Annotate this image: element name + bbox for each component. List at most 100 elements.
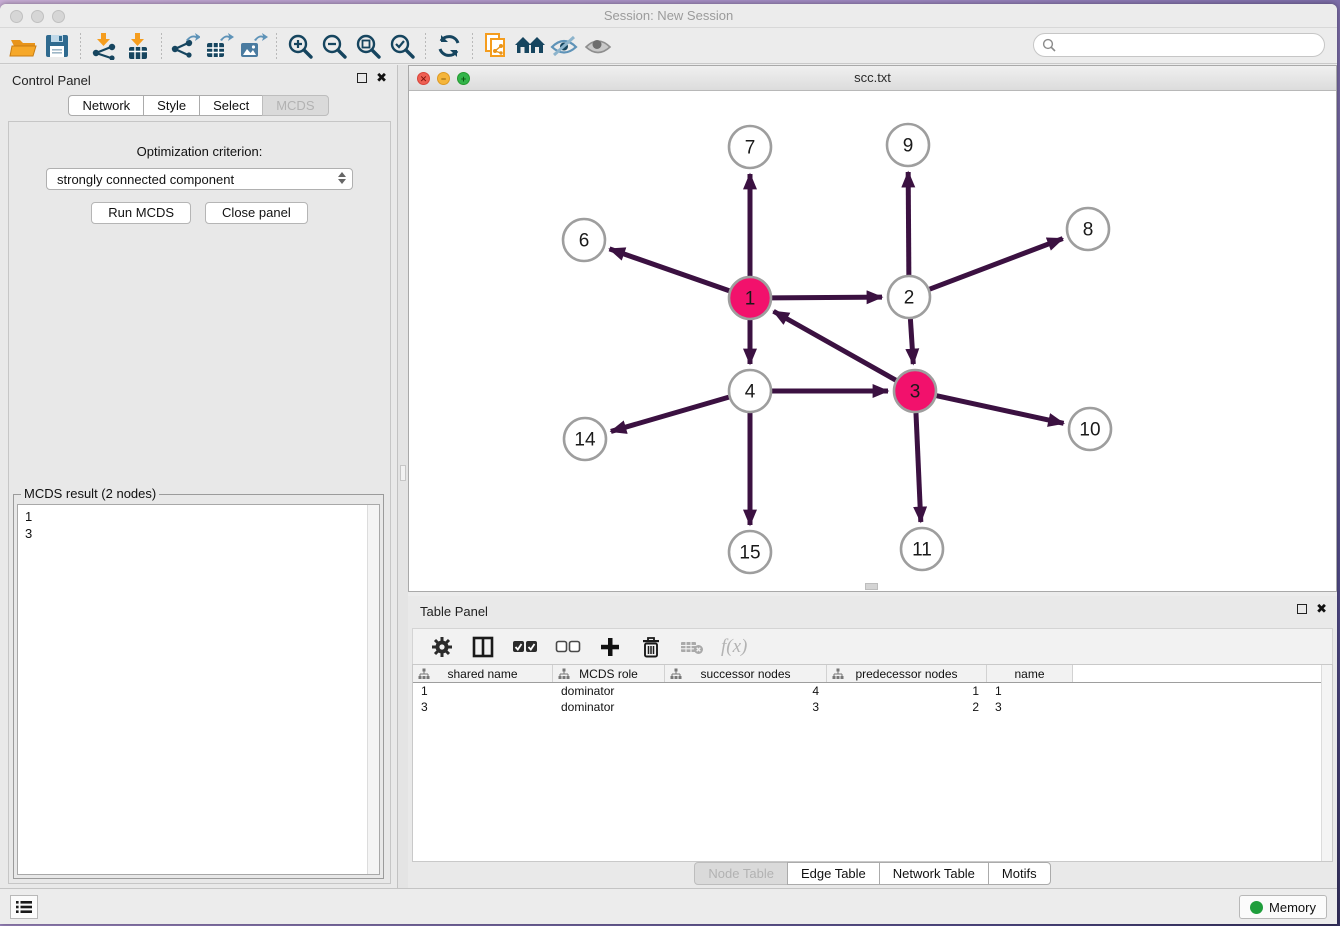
network-from-file-button[interactable]	[479, 30, 513, 62]
zoom-out-button[interactable]	[317, 30, 351, 62]
graph-edge-4-14[interactable]	[611, 397, 729, 431]
table-cell[interactable]: 3	[987, 699, 1073, 715]
column-header-successor-nodes[interactable]: successor nodes	[665, 665, 827, 682]
graph-node-1[interactable]: 1	[729, 277, 771, 319]
delete-columns-button[interactable]	[639, 634, 663, 660]
column-header-name[interactable]: name	[987, 665, 1073, 682]
table-cell[interactable]: dominator	[553, 683, 665, 699]
column-header-predecessor-nodes[interactable]: predecessor nodes	[827, 665, 987, 682]
result-scrollbar[interactable]	[367, 505, 379, 874]
float-panel-icon[interactable]	[357, 73, 367, 83]
run-mcds-button[interactable]: Run MCDS	[91, 202, 191, 224]
search-icon	[1042, 38, 1056, 52]
task-history-button[interactable]	[10, 895, 38, 919]
table-cell[interactable]: 3	[665, 699, 827, 715]
search-input[interactable]	[1033, 33, 1325, 57]
export-network-button[interactable]	[168, 30, 202, 62]
column-header-MCDS-role[interactable]: MCDS role	[553, 665, 665, 682]
import-network-button[interactable]	[87, 30, 121, 62]
mcds-result-item[interactable]: 1	[25, 508, 379, 525]
network-view-window: ✕ − + scc.txt 7 9 6 8 1 2 4 3 14 10 15 11	[408, 65, 1337, 592]
select-all-button[interactable]	[512, 634, 538, 660]
table-cell[interactable]: 1	[827, 683, 987, 699]
graph-node-10[interactable]: 10	[1069, 408, 1111, 450]
network-file-icon	[482, 32, 510, 60]
network-graph[interactable]: 7 9 6 8 1 2 4 3 14 10 15 11	[409, 91, 1336, 592]
graph-node-2[interactable]: 2	[888, 276, 930, 318]
float-table-panel-icon[interactable]	[1297, 604, 1307, 614]
save-session-button[interactable]	[40, 30, 74, 62]
import-table-button[interactable]	[121, 30, 155, 62]
table-cell[interactable]: 2	[827, 699, 987, 715]
graph-node-3[interactable]: 3	[894, 370, 936, 412]
tab-select[interactable]: Select	[199, 95, 263, 116]
table-row[interactable]: 3dominator323	[413, 699, 1332, 715]
graph-edge-2-9[interactable]	[908, 172, 909, 275]
graph-node-7[interactable]: 7	[729, 126, 771, 168]
zoom-selected-button[interactable]	[385, 30, 419, 62]
network-window-titlebar[interactable]: ✕ − + scc.txt	[409, 66, 1336, 91]
zoom-fit-button[interactable]	[351, 30, 385, 62]
control-panel-tabs: Network Style Select MCDS	[0, 95, 397, 116]
graph-edge-2-3[interactable]	[910, 319, 913, 364]
delete-table-button[interactable]	[680, 634, 704, 660]
save-icon	[44, 33, 70, 59]
graph-node-4[interactable]: 4	[729, 370, 771, 412]
home-button[interactable]	[513, 30, 547, 62]
graph-node-9[interactable]: 9	[887, 124, 929, 166]
table-cell[interactable]: 1	[413, 683, 553, 699]
toolbar-separator	[276, 33, 277, 59]
network-canvas[interactable]: 7 9 6 8 1 2 4 3 14 10 15 11	[409, 91, 1336, 591]
memory-button[interactable]: Memory	[1239, 895, 1327, 919]
graph-node-6[interactable]: 6	[563, 219, 605, 261]
graph-node-11[interactable]: 11	[901, 528, 943, 570]
deselect-all-button[interactable]	[555, 634, 581, 660]
table-scrollbar[interactable]	[1321, 665, 1332, 861]
splitter-grip[interactable]	[400, 465, 406, 481]
table-cell[interactable]: 4	[665, 683, 827, 699]
open-file-button[interactable]	[6, 30, 40, 62]
svg-text:14: 14	[574, 430, 596, 451]
table-cell[interactable]: 3	[413, 699, 553, 715]
hide-selected-button[interactable]	[547, 30, 581, 62]
refresh-layout-button[interactable]	[432, 30, 466, 62]
graph-node-8[interactable]: 8	[1067, 208, 1109, 250]
svg-text:1: 1	[745, 289, 756, 310]
table-cell[interactable]: 1	[987, 683, 1073, 699]
tab-style[interactable]: Style	[143, 95, 200, 116]
table-row[interactable]: 1dominator411	[413, 683, 1332, 699]
show-columns-button[interactable]	[471, 634, 495, 660]
close-table-panel-icon[interactable]: ✖	[1316, 604, 1327, 614]
tab-motifs[interactable]: Motifs	[988, 862, 1051, 885]
export-image-button[interactable]	[236, 30, 270, 62]
graph-node-15[interactable]: 15	[729, 531, 771, 573]
table-cell[interactable]: dominator	[553, 699, 665, 715]
graph-edge-1-2[interactable]	[772, 297, 882, 298]
mcds-result-item[interactable]: 3	[25, 525, 379, 542]
tab-network[interactable]: Network	[68, 95, 144, 116]
tab-edge-table[interactable]: Edge Table	[787, 862, 880, 885]
table-settings-button[interactable]	[430, 634, 454, 660]
close-panel-icon[interactable]: ✖	[376, 73, 387, 83]
panel-resize-grip[interactable]	[865, 583, 878, 590]
graph-edge-3-10[interactable]	[936, 396, 1063, 424]
mcds-result-list[interactable]: 1 3	[17, 504, 380, 875]
zoom-in-button[interactable]	[283, 30, 317, 62]
export-table-button[interactable]	[202, 30, 236, 62]
graph-edge-2-8[interactable]	[930, 239, 1063, 290]
graph-node-14[interactable]: 14	[564, 418, 606, 460]
criterion-select[interactable]: strongly connected component	[46, 168, 353, 190]
function-builder-button[interactable]: f(x)	[721, 634, 747, 660]
tab-node-table[interactable]: Node Table	[694, 862, 788, 885]
vertical-splitter[interactable]	[398, 65, 408, 888]
tab-mcds[interactable]: MCDS	[262, 95, 328, 116]
svg-text:9: 9	[903, 136, 914, 157]
graph-edge-1-6[interactable]	[609, 249, 729, 291]
create-column-button[interactable]	[598, 634, 622, 660]
tab-network-table[interactable]: Network Table	[879, 862, 989, 885]
graph-edge-3-11[interactable]	[916, 413, 921, 522]
show-all-button[interactable]	[581, 30, 615, 62]
graph-edge-3-1[interactable]	[774, 311, 896, 380]
close-panel-button[interactable]: Close panel	[205, 202, 308, 224]
column-header-shared-name[interactable]: shared name	[413, 665, 553, 682]
